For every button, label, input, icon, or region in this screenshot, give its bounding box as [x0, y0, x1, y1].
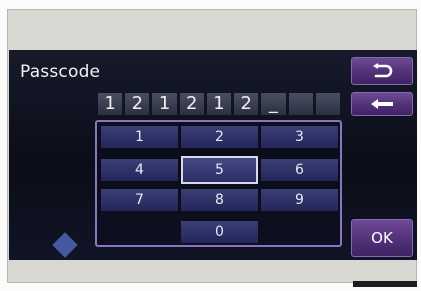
key-4[interactable]: 4	[101, 159, 178, 181]
passcode-digit: 2	[179, 93, 204, 115]
passcode-digit: 2	[234, 93, 259, 115]
key-6[interactable]: 6	[261, 159, 338, 181]
passcode-cursor: _	[261, 93, 286, 115]
left-arrow-icon	[371, 99, 393, 109]
ok-button[interactable]: OK	[351, 219, 413, 257]
key-9[interactable]: 9	[261, 189, 338, 211]
key-5[interactable]: 5	[181, 156, 258, 184]
key-1[interactable]: 1	[101, 126, 178, 148]
passcode-digit	[315, 93, 340, 115]
key-0[interactable]: 0	[181, 221, 258, 243]
footer-bar	[353, 281, 417, 287]
return-arrow-icon	[373, 63, 393, 78]
key-3[interactable]: 3	[261, 126, 338, 148]
key-7[interactable]: 7	[101, 189, 178, 211]
backspace-button[interactable]	[351, 92, 413, 116]
passcode-digit: 1	[98, 93, 123, 115]
page: Passcode 1 2 1 2 1 2 _ 1 2 3 4 5 6 7 8 9…	[0, 0, 421, 291]
passcode-field: 1 2 1 2 1 2 _	[98, 93, 340, 115]
passcode-digit: 1	[152, 93, 177, 115]
back-button[interactable]	[351, 57, 413, 85]
page-title: Passcode	[20, 62, 101, 82]
passcode-digit: 2	[125, 93, 150, 115]
key-8[interactable]: 8	[181, 189, 258, 211]
key-2[interactable]: 2	[181, 126, 258, 148]
passcode-digit: 1	[206, 93, 232, 115]
passcode-digit	[288, 93, 313, 115]
